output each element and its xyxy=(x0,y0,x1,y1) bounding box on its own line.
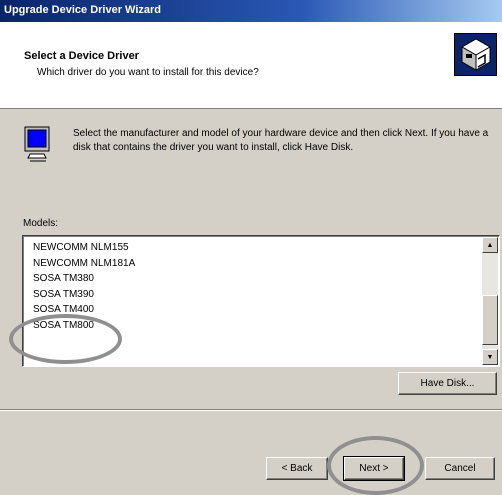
list-item[interactable]: SOSA TM380 xyxy=(33,271,473,287)
scroll-up-arrow-icon[interactable]: ▲ xyxy=(482,237,498,253)
models-label: Models: xyxy=(23,218,59,229)
instruction-text: Select the manufacturer and model of you… xyxy=(73,128,489,153)
monitor-icon xyxy=(24,126,50,162)
window-title: Upgrade Device Driver Wizard xyxy=(4,4,162,16)
list-item[interactable]: SOSA TM400 xyxy=(33,302,473,318)
header-title: Select a Device Driver xyxy=(24,50,139,62)
list-item[interactable]: NEWCOMM NLM181A xyxy=(33,256,473,272)
have-disk-button[interactable]: Have Disk... xyxy=(398,372,497,395)
list-item[interactable]: SOSA TM390 xyxy=(33,287,473,303)
title-bar: Upgrade Device Driver Wizard xyxy=(0,0,502,22)
cancel-button[interactable]: Cancel xyxy=(425,457,495,480)
list-item[interactable]: SOSA TM800 xyxy=(33,318,473,334)
footer-divider xyxy=(0,409,502,411)
next-button[interactable]: Next > xyxy=(343,456,405,481)
models-list: NEWCOMM NLM155 NEWCOMM NLM181A SOSA TM38… xyxy=(33,240,473,333)
scrollbar-thumb[interactable] xyxy=(482,295,498,345)
models-listbox[interactable]: NEWCOMM NLM155 NEWCOMM NLM181A SOSA TM38… xyxy=(22,235,500,367)
wizard-device-icon xyxy=(454,33,497,76)
scroll-down-arrow-icon[interactable]: ▼ xyxy=(482,349,498,365)
back-button[interactable]: < Back xyxy=(266,457,328,480)
header-subtitle: Which driver do you want to install for … xyxy=(37,67,259,78)
list-item[interactable]: NEWCOMM NLM155 xyxy=(33,240,473,256)
wizard-header: Select a Device Driver Which driver do y… xyxy=(0,22,502,109)
models-scrollbar[interactable]: ▲ ▼ xyxy=(482,237,498,365)
